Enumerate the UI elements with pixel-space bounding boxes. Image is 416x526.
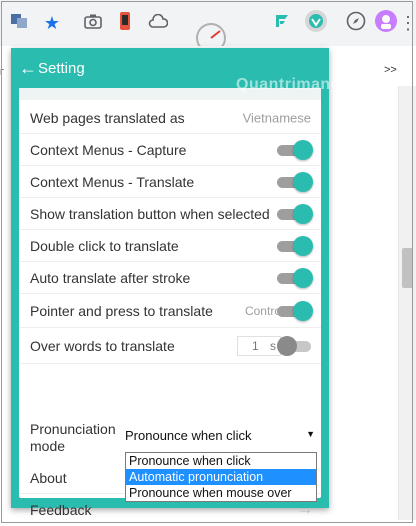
settings-popup: ← Setting Web pages translated as Vietna… <box>11 48 341 518</box>
popup-title: Setting <box>38 60 85 77</box>
row-label: Show translation button when selected <box>30 205 270 222</box>
row-web-pages-translated-as[interactable]: Web pages translated as Vietnamese <box>19 102 321 134</box>
row-context-translate: Context Menus - Translate <box>19 166 321 198</box>
back-arrow-icon[interactable]: ← <box>19 59 37 77</box>
row-show-translation-button: Show translation button when selected <box>19 198 321 230</box>
row-label: Auto translate after stroke <box>30 269 191 286</box>
double-click-toggle[interactable] <box>277 235 313 256</box>
arrow-right-icon[interactable]: → <box>297 501 313 519</box>
row-pointer-press: Pointer and press to translate Contro <box>19 294 321 328</box>
pronunciation-mode-select[interactable]: Pronounce when click ▼ <box>125 425 315 447</box>
delay-seconds-input[interactable]: 1 s <box>237 335 281 356</box>
bookmark-star-icon[interactable]: ★ <box>44 14 60 32</box>
auto-translate-toggle[interactable] <box>277 267 313 288</box>
row-label: Double click to translate <box>30 237 179 254</box>
pointer-press-toggle[interactable] <box>277 300 313 321</box>
cloud-icon[interactable] <box>148 13 169 32</box>
modifier-key-value[interactable]: Contro <box>245 304 281 318</box>
row-auto-translate: Auto translate after stroke <box>19 262 321 294</box>
phone-icon[interactable] <box>119 11 131 35</box>
delay-unit: s <box>270 338 276 353</box>
pronunciation-selected-value: Pronounce when click <box>125 428 252 443</box>
scrollbar-thumb[interactable] <box>402 248 413 288</box>
compass-icon[interactable] <box>346 11 366 35</box>
option-pronounce-when-mouse-over[interactable]: Pronounce when mouse over <box>126 485 316 501</box>
show-translation-button-toggle[interactable] <box>277 203 313 224</box>
browser-toolbar: ★ ⋮ <box>0 0 416 53</box>
row-label: Pointer and press to translate <box>30 302 213 319</box>
page-fragment-letter: r <box>0 66 4 78</box>
extension-icon[interactable] <box>273 12 291 34</box>
watermark-text: Quantrimang <box>236 76 342 93</box>
dropdown-arrow-icon[interactable]: ▼ <box>306 429 315 439</box>
row-over-words: Over words to translate 1 s <box>19 328 321 364</box>
target-language-value[interactable]: Vietnamese <box>243 110 311 125</box>
delay-number: 1 <box>252 338 259 353</box>
over-words-toggle[interactable] <box>277 335 313 356</box>
option-pronounce-when-click[interactable]: Pronounce when click <box>126 453 316 469</box>
row-double-click: Double click to translate <box>19 230 321 262</box>
row-label: Context Menus - Translate <box>30 173 195 190</box>
context-translate-toggle[interactable] <box>277 171 313 192</box>
page-fragment-text: >> <box>384 64 397 76</box>
option-automatic-pronunciation[interactable]: Automatic pronunciation <box>126 469 316 485</box>
translate-icon[interactable] <box>10 12 28 34</box>
scrollbar-track[interactable] <box>398 86 416 520</box>
pronunciation-mode-label: Pronunciation mode <box>30 421 116 454</box>
row-label: Context Menus - Capture <box>30 141 187 158</box>
camera-icon[interactable] <box>84 13 102 33</box>
feedback-label: Feedback <box>30 502 92 518</box>
settings-list: Web pages translated as Vietnamese Conte… <box>19 88 321 518</box>
row-label: Over words to translate <box>30 337 175 354</box>
more-icon[interactable]: ⋮ <box>399 14 416 32</box>
vpn-icon[interactable] <box>304 9 328 37</box>
context-capture-toggle[interactable] <box>277 139 313 160</box>
row-context-capture: Context Menus - Capture <box>19 134 321 166</box>
row-label: Web pages translated as <box>30 109 185 126</box>
about-label: About <box>30 469 67 486</box>
profile-avatar-icon[interactable] <box>375 10 397 36</box>
pronunciation-options-list[interactable]: Pronounce when click Automatic pronuncia… <box>125 452 317 502</box>
